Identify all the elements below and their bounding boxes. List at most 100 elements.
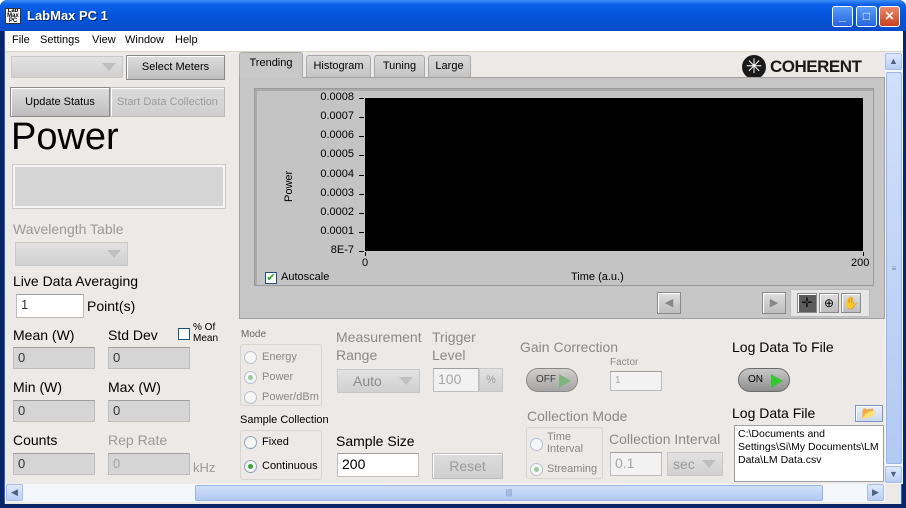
y-tick-label: 0.0004 — [320, 167, 354, 180]
vertical-scrollbar[interactable]: ▲ ≡ ▼ — [885, 52, 903, 484]
time-interval-radio[interactable] — [530, 438, 543, 451]
plot-area[interactable] — [365, 98, 863, 251]
autoscale-label: Autoscale — [281, 271, 330, 283]
averaging-label: Live Data Averaging — [13, 273, 139, 289]
y-tick-label: 0.0007 — [320, 110, 354, 123]
mean-value: 0 — [13, 347, 95, 369]
tab-histogram[interactable]: Histogram — [306, 55, 371, 77]
mode-energy-radio[interactable] — [244, 351, 257, 364]
chevron-down-icon — [107, 250, 121, 258]
averaging-unit: Point(s) — [87, 298, 136, 314]
wavelength-table-dropdown[interactable] — [15, 242, 128, 266]
measurement-range-dropdown[interactable]: Auto — [337, 369, 420, 393]
time-interval-label: Time Interval — [547, 431, 584, 455]
chevron-down-icon — [102, 63, 116, 71]
collection-mode-label: Collection Mode — [527, 408, 628, 424]
trigger-level-input[interactable]: 100 — [433, 368, 479, 392]
log-to-file-label: Log Data To File — [732, 339, 834, 355]
cursor-tool-button[interactable]: ✛ — [797, 293, 817, 313]
trigger-level-unit[interactable]: % — [479, 368, 503, 392]
menu-file[interactable]: File — [12, 34, 30, 46]
streaming-radio[interactable] — [530, 463, 543, 476]
max-value: 0 — [108, 400, 190, 422]
horizontal-scrollbar[interactable]: ◀ ||| ▶ — [5, 484, 885, 502]
scroll-left-page-button[interactable]: ◀ — [6, 484, 23, 501]
browse-folder-button[interactable]: 📂 — [855, 405, 883, 422]
y-tick-mark — [359, 231, 364, 233]
select-meters-button[interactable]: Select Meters — [126, 55, 225, 80]
x-tick-label: 200 — [851, 257, 870, 269]
collection-mode-radio-group: Time Interval Streaming — [526, 427, 603, 479]
log-file-label: Log Data File — [732, 405, 816, 421]
gain-correction-label: Gain Correction — [520, 339, 619, 355]
autoscale-checkbox[interactable]: ✔ — [265, 272, 277, 284]
collection-interval-unit-dropdown[interactable]: sec — [667, 452, 723, 476]
minimize-button[interactable]: _ — [832, 6, 853, 27]
pct-of-mean-checkbox[interactable] — [178, 328, 190, 340]
continuous-radio[interactable] — [244, 460, 257, 473]
menu-settings[interactable]: Settings — [40, 34, 80, 46]
scroll-up-button[interactable]: ▲ — [885, 53, 902, 70]
meter-select-dropdown[interactable] — [11, 56, 123, 78]
scroll-down-button[interactable]: ▼ — [885, 466, 902, 483]
chevron-up-icon: ▲ — [889, 56, 898, 66]
left-arrow-icon: ◀ — [664, 297, 674, 309]
maximize-icon: □ — [862, 9, 871, 23]
x-tick-label: 0 — [362, 257, 369, 269]
fixed-radio[interactable] — [244, 436, 257, 449]
scroll-left-button[interactable]: ◀ — [657, 292, 681, 314]
y-tick-label: 0.0008 — [320, 91, 354, 103]
y-tick-mark — [359, 155, 364, 157]
mode-power-label: Power — [262, 371, 294, 383]
start-data-collection-button[interactable]: Start Data Collection — [110, 87, 225, 117]
sample-size-input[interactable]: 200 — [337, 453, 419, 477]
coherent-star-icon: ✳ — [742, 55, 766, 79]
tab-tuning[interactable]: Tuning — [374, 55, 425, 77]
menu-help[interactable]: Help — [175, 34, 198, 46]
app-icon[interactable]: Lab Max PC — [5, 8, 21, 24]
mode-energy-label: Energy — [262, 351, 297, 363]
title-bar[interactable]: Lab Max PC LabMax PC 1 _ □ ✕ — [0, 0, 906, 31]
vertical-scroll-thumb[interactable]: ≡ — [886, 72, 902, 464]
trend-graph: 0.0008 0.0007 0.0006 0.0005 0.0004 0.0003 0.00… — [254, 88, 874, 286]
mode-radio-group: Energy Power Power/dBm — [240, 344, 322, 406]
scroll-right-button[interactable]: ▶ — [762, 292, 786, 314]
log-file-path[interactable]: C:\Documents and Settings\Si\My Document… — [734, 425, 884, 482]
mode-power-radio[interactable] — [244, 371, 257, 384]
log-to-file-toggle[interactable]: ON — [738, 368, 790, 392]
tab-trending[interactable]: Trending — [239, 52, 303, 78]
close-button[interactable]: ✕ — [879, 6, 900, 27]
averaging-input[interactable]: 1 — [16, 294, 84, 318]
measurement-range-value: Auto — [353, 373, 382, 389]
factor-label: Factor — [610, 357, 639, 368]
counts-value: 0 — [13, 453, 95, 475]
gain-correction-toggle[interactable]: OFF — [526, 368, 578, 392]
x-tick-mark — [365, 252, 366, 256]
maximize-button[interactable]: □ — [856, 6, 877, 27]
tab-large[interactable]: Large — [428, 55, 471, 77]
pan-tool-button[interactable]: ✋ — [841, 293, 861, 313]
collection-interval-input[interactable]: 0.1 — [610, 452, 662, 476]
menu-view[interactable]: View — [92, 34, 116, 46]
main-panel: Select Meters Update Status Start Data C… — [5, 52, 885, 484]
horizontal-scroll-thumb[interactable]: ||| — [195, 485, 823, 501]
min-label: Min (W) — [13, 379, 62, 395]
close-icon: ✕ — [884, 9, 895, 23]
menu-window[interactable]: Window — [125, 34, 164, 46]
reset-button[interactable]: Reset — [432, 453, 503, 479]
rep-rate-value: 0 — [108, 453, 190, 475]
zoom-icon: ⊕ — [823, 296, 835, 310]
y-tick-label: 8E-7 — [330, 244, 354, 256]
mode-powerdbm-radio[interactable] — [244, 391, 257, 404]
sample-size-label: Sample Size — [336, 433, 415, 449]
measurement-title: Power — [11, 116, 119, 158]
y-tick-label: 0.0006 — [320, 129, 354, 142]
factor-input[interactable]: 1 — [610, 371, 662, 391]
zoom-tool-button[interactable]: ⊕ — [819, 293, 839, 313]
stddev-value: 0 — [108, 347, 190, 369]
collection-interval-label: Collection Interval — [609, 431, 721, 447]
chevron-down-icon — [702, 460, 716, 468]
sample-collection-radio-group: Fixed Continuous — [240, 430, 322, 480]
scroll-right-page-button[interactable]: ▶ — [867, 484, 884, 501]
update-status-button[interactable]: Update Status — [10, 87, 110, 117]
